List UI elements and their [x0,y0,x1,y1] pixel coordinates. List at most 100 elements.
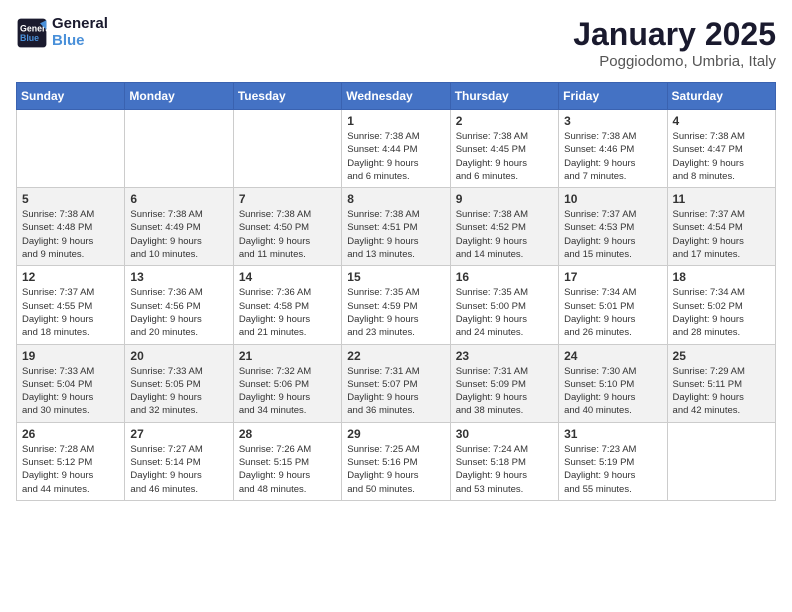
day-info: Sunrise: 7:27 AM Sunset: 5:14 PM Dayligh… [130,443,227,496]
weekday-header-row: SundayMondayTuesdayWednesdayThursdayFrid… [17,83,776,110]
calendar-table: SundayMondayTuesdayWednesdayThursdayFrid… [16,82,776,501]
calendar-cell [233,110,341,188]
day-number: 15 [347,270,444,284]
weekday-header-monday: Monday [125,83,233,110]
day-number: 23 [456,349,553,363]
weekday-header-saturday: Saturday [667,83,775,110]
day-info: Sunrise: 7:35 AM Sunset: 5:00 PM Dayligh… [456,286,553,339]
day-number: 18 [673,270,770,284]
day-number: 22 [347,349,444,363]
day-info: Sunrise: 7:28 AM Sunset: 5:12 PM Dayligh… [22,443,119,496]
calendar-cell [125,110,233,188]
day-info: Sunrise: 7:33 AM Sunset: 5:04 PM Dayligh… [22,365,119,418]
day-number: 5 [22,192,119,206]
calendar-cell: 9Sunrise: 7:38 AM Sunset: 4:52 PM Daylig… [450,188,558,266]
day-number: 16 [456,270,553,284]
day-info: Sunrise: 7:38 AM Sunset: 4:50 PM Dayligh… [239,208,336,261]
calendar-cell: 18Sunrise: 7:34 AM Sunset: 5:02 PM Dayli… [667,266,775,344]
calendar-cell: 22 Sunrise: 7:31 AM Sunset: 5:07 PM Dayli… [342,344,450,422]
weekday-header-wednesday: Wednesday [342,83,450,110]
calendar-cell: 25 Sunrise: 7:29 AM Sunset: 5:11 PM Dayli… [667,344,775,422]
day-number: 26 [22,427,119,441]
calendar-cell: 15 Sunrise: 7:35 AM Sunset: 4:59 PM Dayli… [342,266,450,344]
week-row-4: 19 Sunrise: 7:33 AM Sunset: 5:04 PM Dayli… [17,344,776,422]
day-number: 6 [130,192,227,206]
day-info: Sunrise: 7:25 AM Sunset: 5:16 PM Dayligh… [347,443,444,496]
week-row-2: 5Sunrise: 7:38 AM Sunset: 4:48 PM Daylig… [17,188,776,266]
day-number: 25 [673,349,770,363]
calendar-cell: 29 Sunrise: 7:25 AM Sunset: 5:16 PM Dayli… [342,422,450,500]
day-number: 29 [347,427,444,441]
calendar-cell: 19 Sunrise: 7:33 AM Sunset: 5:04 PM Dayli… [17,344,125,422]
day-number: 27 [130,427,227,441]
week-row-3: 12Sunrise: 7:37 AM Sunset: 4:55 PM Dayli… [17,266,776,344]
day-info: Sunrise: 7:38 AM Sunset: 4:46 PM Dayligh… [564,130,661,183]
day-number: 7 [239,192,336,206]
day-number: 19 [22,349,119,363]
day-info: Sunrise: 7:37 AM Sunset: 4:54 PM Dayligh… [673,208,770,261]
week-row-5: 26 Sunrise: 7:28 AM Sunset: 5:12 PM Dayli… [17,422,776,500]
day-number: 20 [130,349,227,363]
calendar-cell: 27 Sunrise: 7:27 AM Sunset: 5:14 PM Dayli… [125,422,233,500]
title-block: January 2025 Poggiodomo, Umbria, Italy [573,16,776,70]
day-info: Sunrise: 7:38 AM Sunset: 4:49 PM Dayligh… [130,208,227,261]
day-number: 11 [673,192,770,206]
day-number: 10 [564,192,661,206]
day-info: Sunrise: 7:35 AM Sunset: 4:59 PM Dayligh… [347,286,444,339]
calendar-cell: 21 Sunrise: 7:32 AM Sunset: 5:06 PM Dayli… [233,344,341,422]
weekday-header-tuesday: Tuesday [233,83,341,110]
day-info: Sunrise: 7:24 AM Sunset: 5:18 PM Dayligh… [456,443,553,496]
weekday-header-sunday: Sunday [17,83,125,110]
logo-line2: Blue [52,33,108,50]
calendar-cell [667,422,775,500]
day-info: Sunrise: 7:30 AM Sunset: 5:10 PM Dayligh… [564,365,661,418]
day-number: 21 [239,349,336,363]
svg-text:Blue: Blue [20,33,39,43]
day-info: Sunrise: 7:36 AM Sunset: 4:56 PM Dayligh… [130,286,227,339]
day-number: 14 [239,270,336,284]
day-info: Sunrise: 7:31 AM Sunset: 5:09 PM Dayligh… [456,365,553,418]
day-info: Sunrise: 7:31 AM Sunset: 5:07 PM Dayligh… [347,365,444,418]
day-info: Sunrise: 7:29 AM Sunset: 5:11 PM Dayligh… [673,365,770,418]
calendar-cell: 23 Sunrise: 7:31 AM Sunset: 5:09 PM Dayli… [450,344,558,422]
day-info: Sunrise: 7:38 AM Sunset: 4:45 PM Dayligh… [456,130,553,183]
calendar-cell: 7 Sunrise: 7:38 AM Sunset: 4:50 PM Daylig… [233,188,341,266]
weekday-header-thursday: Thursday [450,83,558,110]
day-number: 24 [564,349,661,363]
calendar-cell: 24 Sunrise: 7:30 AM Sunset: 5:10 PM Dayli… [559,344,667,422]
calendar-cell: 31Sunrise: 7:23 AM Sunset: 5:19 PM Dayli… [559,422,667,500]
day-number: 28 [239,427,336,441]
day-info: Sunrise: 7:37 AM Sunset: 4:53 PM Dayligh… [564,208,661,261]
calendar-cell: 2Sunrise: 7:38 AM Sunset: 4:45 PM Daylig… [450,110,558,188]
calendar-cell: 10 Sunrise: 7:37 AM Sunset: 4:53 PM Dayli… [559,188,667,266]
day-number: 13 [130,270,227,284]
day-info: Sunrise: 7:38 AM Sunset: 4:51 PM Dayligh… [347,208,444,261]
day-info: Sunrise: 7:38 AM Sunset: 4:52 PM Dayligh… [456,208,553,261]
calendar-cell: 12Sunrise: 7:37 AM Sunset: 4:55 PM Dayli… [17,266,125,344]
day-info: Sunrise: 7:38 AM Sunset: 4:47 PM Dayligh… [673,130,770,183]
calendar-cell: 14 Sunrise: 7:36 AM Sunset: 4:58 PM Dayli… [233,266,341,344]
calendar-cell: 30 Sunrise: 7:24 AM Sunset: 5:18 PM Dayli… [450,422,558,500]
day-info: Sunrise: 7:37 AM Sunset: 4:55 PM Dayligh… [22,286,119,339]
day-info: Sunrise: 7:36 AM Sunset: 4:58 PM Dayligh… [239,286,336,339]
day-number: 30 [456,427,553,441]
calendar-cell: 26 Sunrise: 7:28 AM Sunset: 5:12 PM Dayli… [17,422,125,500]
calendar-cell: 3Sunrise: 7:38 AM Sunset: 4:46 PM Daylig… [559,110,667,188]
logo: General Blue General Blue [16,16,108,49]
day-info: Sunrise: 7:26 AM Sunset: 5:15 PM Dayligh… [239,443,336,496]
calendar-cell: 17Sunrise: 7:34 AM Sunset: 5:01 PM Dayli… [559,266,667,344]
day-number: 31 [564,427,661,441]
day-info: Sunrise: 7:32 AM Sunset: 5:06 PM Dayligh… [239,365,336,418]
calendar-cell: 4Sunrise: 7:38 AM Sunset: 4:47 PM Daylig… [667,110,775,188]
calendar-cell [17,110,125,188]
logo-icon: General Blue [16,17,48,49]
page-header: General Blue General Blue January 2025 P… [16,16,776,70]
day-info: Sunrise: 7:33 AM Sunset: 5:05 PM Dayligh… [130,365,227,418]
month-title: January 2025 [573,16,776,53]
calendar-cell: 20 Sunrise: 7:33 AM Sunset: 5:05 PM Dayli… [125,344,233,422]
logo-line1: General [52,16,108,33]
calendar-cell: 6 Sunrise: 7:38 AM Sunset: 4:49 PM Daylig… [125,188,233,266]
calendar-cell: 11 Sunrise: 7:37 AM Sunset: 4:54 PM Dayli… [667,188,775,266]
day-number: 1 [347,114,444,128]
day-info: Sunrise: 7:34 AM Sunset: 5:01 PM Dayligh… [564,286,661,339]
